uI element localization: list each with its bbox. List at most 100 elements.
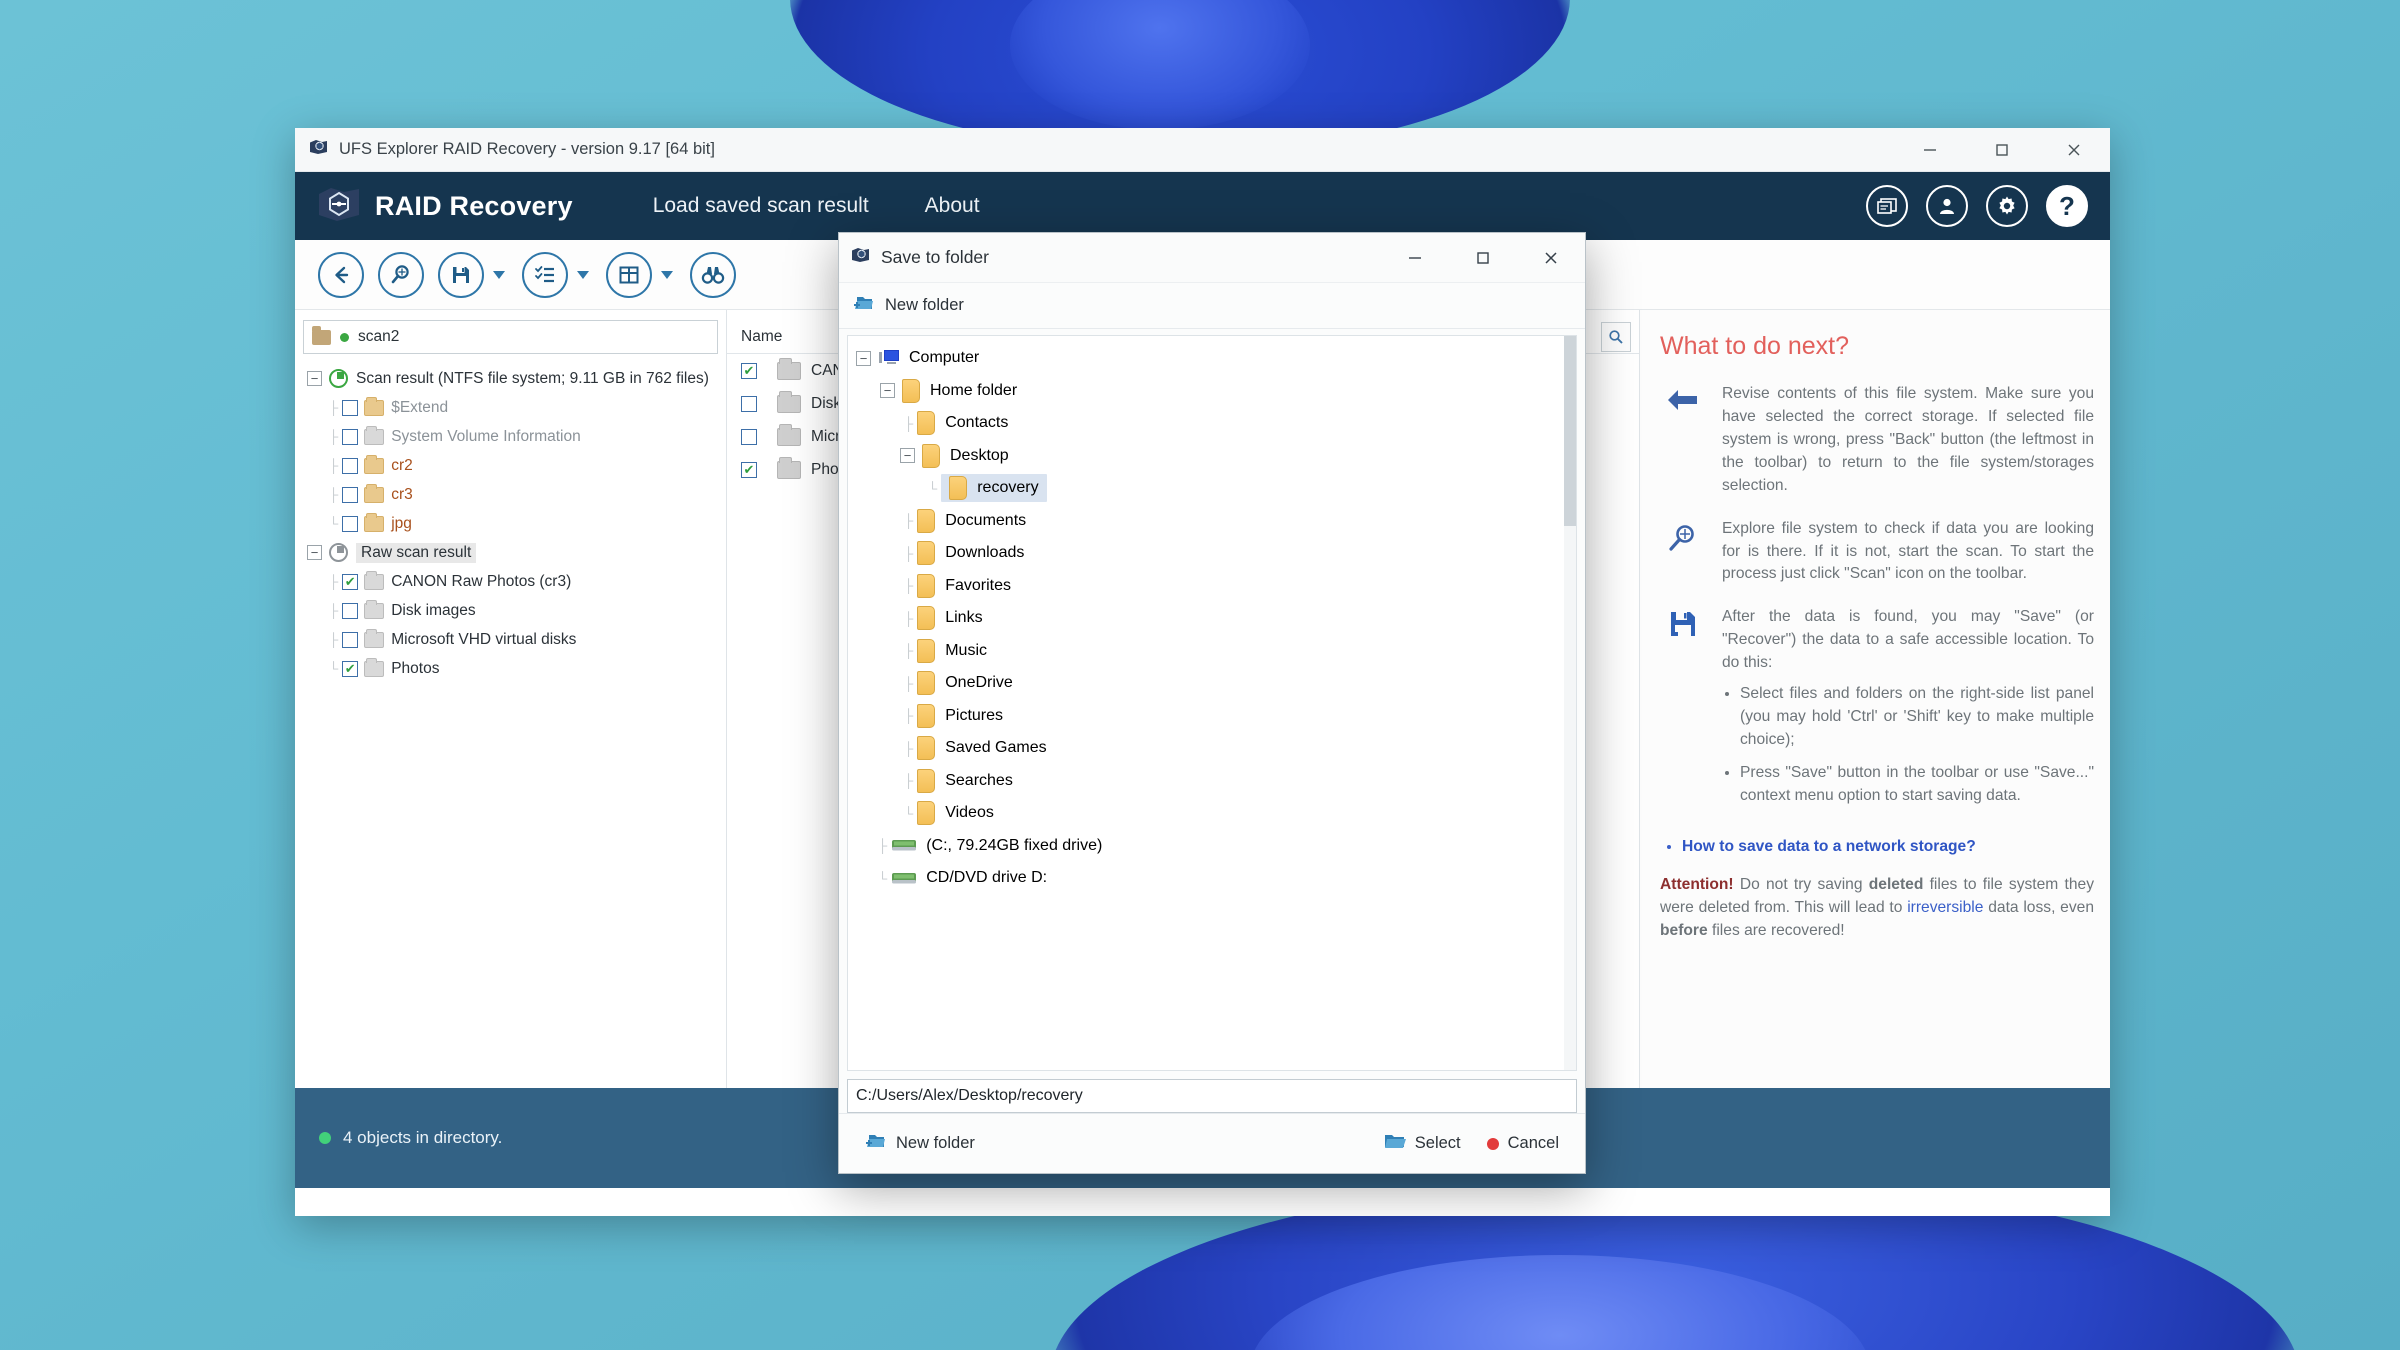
- scan-button[interactable]: [378, 251, 424, 298]
- save-dropdown-caret[interactable]: [493, 270, 505, 279]
- dialog-tree-item-documents[interactable]: ├ Documents: [856, 505, 1576, 538]
- dialog-tree-item-home-folder[interactable]: − Home folder: [856, 375, 1576, 408]
- dialog-tree-item-links[interactable]: ├ Links: [856, 602, 1576, 635]
- list-dropdown-caret[interactable]: [577, 270, 589, 279]
- tree-guide-dash: ├: [329, 603, 339, 618]
- dialog-tree-item-music[interactable]: ├ Music: [856, 635, 1576, 668]
- tree-item-raw-scan-result[interactable]: − Raw scan result: [301, 538, 726, 567]
- expander-icon[interactable]: −: [856, 350, 871, 366]
- dialog-tree-item-drive-c[interactable]: ├ (C:, 79.24GB fixed drive): [856, 830, 1576, 863]
- dialog-select-button[interactable]: Select: [1376, 1126, 1469, 1161]
- expander-icon[interactable]: −: [880, 383, 895, 399]
- nav-about[interactable]: About: [925, 194, 980, 218]
- help-link-item[interactable]: How to save data to a network storage?: [1682, 838, 2094, 856]
- dialog-tree-item-cd-dvd-drive-d[interactable]: └ CD/DVD drive D:: [856, 862, 1576, 895]
- find-button[interactable]: [690, 251, 736, 298]
- checkbox[interactable]: ✔: [342, 660, 359, 677]
- folder-yellow-icon: [917, 736, 936, 761]
- checkbox[interactable]: [741, 428, 757, 445]
- dialog-tree-item-computer[interactable]: − Computer: [856, 342, 1576, 375]
- dialog-tree-label: Links: [945, 609, 983, 627]
- dialog-tree-item-videos[interactable]: └ Videos: [856, 797, 1576, 830]
- dialog-tree-label: OneDrive: [945, 674, 1013, 692]
- expander-icon[interactable]: −: [307, 545, 322, 560]
- checkbox[interactable]: ✔: [741, 461, 757, 478]
- attention-link-irreversible[interactable]: irreversible: [1907, 899, 1983, 916]
- dialog-close-button[interactable]: [1517, 233, 1585, 282]
- window-maximize-button[interactable]: [1966, 128, 2038, 171]
- nav-load-saved-scan-result[interactable]: Load saved scan result: [653, 194, 869, 218]
- checkbox[interactable]: ✔: [741, 362, 757, 379]
- search-icon[interactable]: [1601, 322, 1631, 352]
- dialog-tree-item-pictures[interactable]: ├ Pictures: [856, 700, 1576, 733]
- dialog-maximize-button[interactable]: [1449, 233, 1517, 282]
- tree-guide-dash: └: [329, 516, 339, 531]
- dialog-path-input[interactable]: C:/Users/Alex/Desktop/recovery: [847, 1079, 1577, 1113]
- dialog-minimize-button[interactable]: [1381, 233, 1449, 282]
- back-button[interactable]: [318, 251, 364, 298]
- dialog-tree-item-desktop[interactable]: − Desktop: [856, 440, 1576, 473]
- tree-item-label: cr2: [391, 456, 413, 474]
- tree-item-extend[interactable]: ├ $Extend: [301, 393, 726, 422]
- tree-guide-dash: └: [329, 661, 339, 676]
- folder-icon: [777, 423, 801, 446]
- expander-icon[interactable]: −: [307, 371, 322, 386]
- dialog-new-folder-button[interactable]: New folder: [857, 1125, 983, 1162]
- dialog-tree-scrollbar[interactable]: [1564, 336, 1576, 1070]
- messages-icon[interactable]: [1866, 185, 1908, 227]
- checkbox[interactable]: [342, 515, 359, 532]
- dialog-tree-item-downloads[interactable]: ├ Downloads: [856, 537, 1576, 570]
- dialog-tree-item-onedrive[interactable]: ├ OneDrive: [856, 667, 1576, 700]
- ufs-app-icon: [851, 245, 871, 270]
- folder-yellow-icon: [902, 378, 920, 403]
- dialog-tree-item-contacts[interactable]: ├ Contacts: [856, 407, 1576, 440]
- breadcrumb[interactable]: scan2: [303, 320, 718, 354]
- save-to-folder-dialog: Save to folder New folder − Computer − H…: [838, 232, 1586, 1174]
- checkbox[interactable]: [342, 631, 359, 648]
- dialog-tree-item-favorites[interactable]: ├ Favorites: [856, 570, 1576, 603]
- tree-item-canon-raw-photos[interactable]: ├ ✔ CANON Raw Photos (cr3): [301, 567, 726, 596]
- network-storage-link[interactable]: How to save data to a network storage?: [1682, 838, 1976, 855]
- dialog-tree-item-recovery[interactable]: └ recovery: [856, 472, 1576, 505]
- folder-yellow-icon: [917, 606, 936, 631]
- tree-item-cr3[interactable]: ├ cr3: [301, 480, 726, 509]
- folder-icon: [364, 512, 385, 532]
- settings-gear-icon[interactable]: [1986, 185, 2028, 227]
- checkbox[interactable]: [741, 395, 757, 412]
- dialog-cancel-button[interactable]: Cancel: [1479, 1128, 1567, 1159]
- save-button[interactable]: [438, 251, 484, 298]
- tree-item-microsoft-vhd-virtual-disks[interactable]: ├ Microsoft VHD virtual disks: [301, 625, 726, 654]
- checkbox[interactable]: [342, 428, 359, 445]
- user-account-icon[interactable]: [1926, 185, 1968, 227]
- window-close-button[interactable]: [2038, 128, 2110, 171]
- list-button[interactable]: [522, 251, 568, 298]
- window-minimize-button[interactable]: [1894, 128, 1966, 171]
- dialog-tree-item-saved-games[interactable]: ├ Saved Games: [856, 732, 1576, 765]
- breadcrumb-status-dot: [340, 332, 349, 342]
- help-item-text: After the data is found, you may "Save" …: [1722, 608, 2094, 672]
- checkbox[interactable]: [342, 457, 359, 474]
- brand: RAID Recovery: [317, 184, 573, 229]
- table-button[interactable]: [606, 251, 652, 298]
- help-icon[interactable]: ?: [2046, 185, 2088, 227]
- tree-item-photos[interactable]: └ ✔ Photos: [301, 654, 726, 683]
- expander-icon[interactable]: −: [900, 448, 915, 464]
- dialog-select-label: Select: [1414, 1134, 1461, 1152]
- scan-clock-icon: [329, 543, 348, 562]
- checkbox[interactable]: ✔: [342, 573, 359, 590]
- checkbox[interactable]: [342, 602, 359, 619]
- tree-item-system-volume-information[interactable]: ├ System Volume Information: [301, 422, 726, 451]
- scrollbar-thumb[interactable]: [1564, 336, 1576, 526]
- tree-item-cr2[interactable]: ├ cr2: [301, 451, 726, 480]
- header-nav: Load saved scan result About: [653, 194, 980, 218]
- checkbox[interactable]: [342, 486, 359, 503]
- dialog-tree-label: Videos: [945, 804, 994, 822]
- dialog-window-controls: [1381, 233, 1585, 282]
- tree-item-disk-images[interactable]: ├ Disk images: [301, 596, 726, 625]
- dialog-tree-item-searches[interactable]: ├ Searches: [856, 765, 1576, 798]
- dialog-new-folder-toolbar-button[interactable]: New folder: [885, 296, 964, 315]
- tree-item-scan-result[interactable]: − Scan result (NTFS file system; 9.11 GB…: [301, 364, 726, 393]
- checkbox[interactable]: [342, 399, 359, 416]
- table-dropdown-caret[interactable]: [661, 270, 673, 279]
- tree-item-jpg[interactable]: └ jpg: [301, 509, 726, 538]
